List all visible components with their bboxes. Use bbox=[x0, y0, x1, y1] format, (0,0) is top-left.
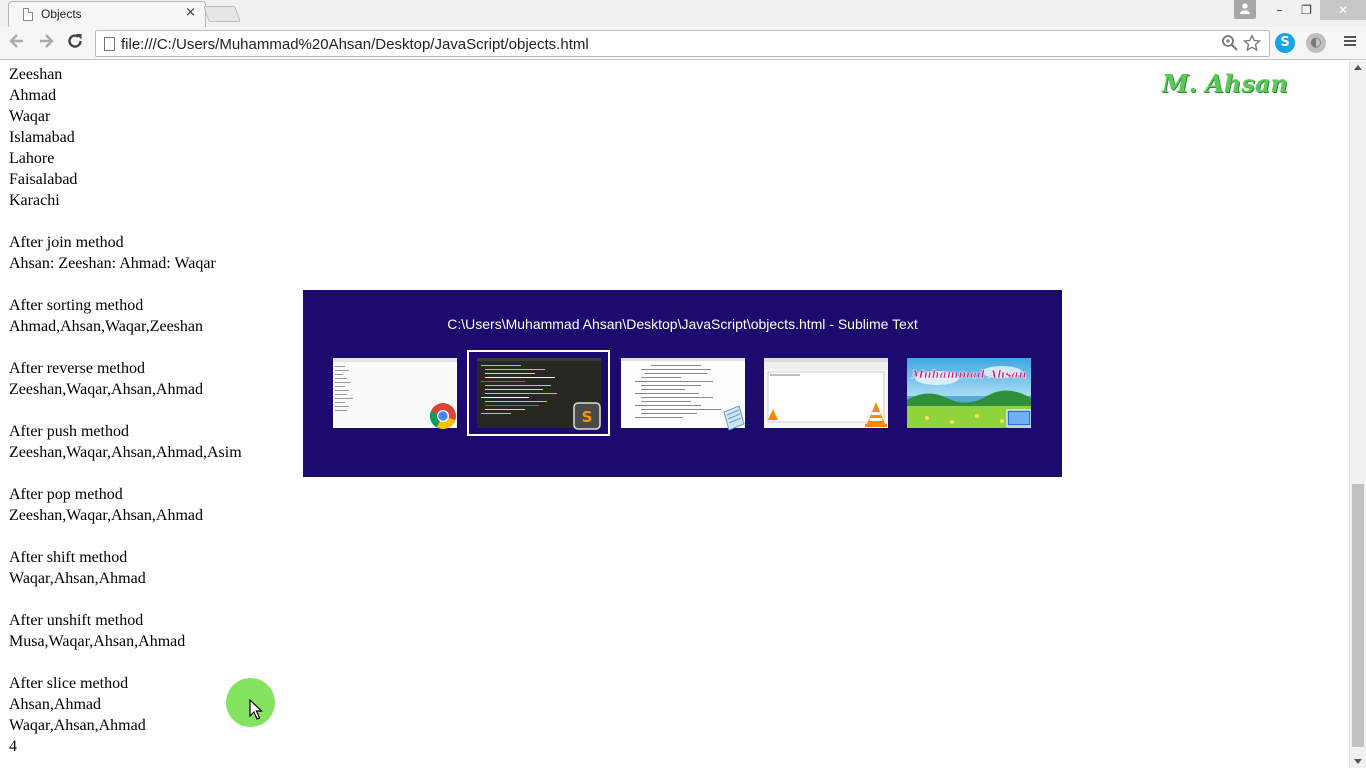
output-line: Ahmad bbox=[9, 87, 57, 104]
back-arrow-icon bbox=[9, 34, 23, 48]
page-icon bbox=[104, 37, 115, 51]
output-line: Faisalabad bbox=[9, 171, 78, 188]
output-line: Zeeshan,Waqar,Ahsan,Ahmad bbox=[9, 507, 203, 524]
output-line: After push method bbox=[9, 423, 129, 440]
switcher-window-desktop[interactable]: Muhammad Ahsan bbox=[907, 358, 1031, 428]
sublime-badge-letter: S bbox=[582, 408, 593, 426]
switcher-window-sublime[interactable]: S bbox=[477, 358, 601, 430]
output-line: Islamabad bbox=[9, 129, 75, 146]
output-line: Ahsan: Zeeshan: Ahmad: Waqar bbox=[9, 255, 216, 272]
browser-title-bar: Objects × – ❐ ✕ bbox=[0, 0, 1366, 27]
output-line: 4 bbox=[9, 738, 17, 755]
reload-icon bbox=[68, 34, 82, 48]
output-line: Musa,Waqar,Ahsan,Ahmad bbox=[9, 633, 186, 650]
address-bar[interactable]: file:///C:/Users/Muhammad%20Ahsan/Deskto… bbox=[95, 30, 1270, 57]
page-favicon-icon bbox=[23, 8, 33, 21]
forward-arrow-icon bbox=[40, 34, 54, 48]
output-line: Zeeshan,Waqar,Ahsan,Ahmad bbox=[9, 381, 203, 398]
output-lines: Zeeshan Ahmad Waqar Islamabad Lahore Faisalab… bbox=[9, 64, 242, 757]
browser-tab-objects[interactable]: Objects × bbox=[8, 1, 206, 27]
desktop-icon bbox=[1006, 409, 1031, 428]
output-line: Waqar bbox=[9, 108, 51, 125]
task-switcher: C:\Users\Muhammad Ahsan\Desktop\JavaScri… bbox=[303, 290, 1062, 477]
scrollbar-thumb[interactable] bbox=[1352, 484, 1364, 747]
restore-button[interactable]: ❐ bbox=[1293, 0, 1320, 20]
wallpaper-text: Muhammad Ahsan bbox=[910, 368, 1026, 381]
tab-close-icon[interactable]: × bbox=[185, 5, 196, 20]
switcher-window-title: C:\Users\Muhammad Ahsan\Desktop\JavaScri… bbox=[447, 316, 918, 332]
output-line: Karachi bbox=[9, 192, 60, 209]
output-line: After reverse method bbox=[9, 360, 145, 377]
output-line: After sorting method bbox=[9, 297, 144, 314]
profile-icon[interactable] bbox=[1234, 0, 1256, 19]
switcher-window-vlc[interactable] bbox=[764, 358, 888, 428]
close-window-button[interactable]: ✕ bbox=[1320, 0, 1366, 20]
output-line: After shift method bbox=[9, 549, 128, 566]
bookmark-star-icon[interactable] bbox=[1242, 33, 1262, 54]
zoom-icon[interactable] bbox=[1220, 34, 1240, 54]
switcher-window-notepad[interactable] bbox=[621, 358, 745, 431]
url-text: file:///C:/Users/Muhammad%20Ahsan/Deskto… bbox=[121, 36, 589, 53]
switcher-window-chrome[interactable] bbox=[333, 358, 457, 430]
chrome-icon bbox=[429, 403, 456, 430]
extension-icon[interactable]: ◐ bbox=[1306, 33, 1326, 53]
sublime-text-icon: S bbox=[573, 402, 601, 430]
browser-toolbar: file:///C:/Users/Muhammad%20Ahsan/Deskto… bbox=[0, 27, 1366, 60]
forward-button[interactable] bbox=[34, 31, 58, 55]
output-line: Zeeshan bbox=[9, 66, 63, 83]
output-line: Waqar,Ahsan,Ahmad bbox=[9, 717, 146, 734]
output-line: After unshift method bbox=[9, 612, 144, 629]
reload-button[interactable] bbox=[63, 31, 87, 55]
output-line: Zeeshan,Waqar,Ahsan,Ahmad,Asim bbox=[9, 444, 242, 461]
output-line: Ahmad,Ahsan,Waqar,Zeeshan bbox=[9, 318, 203, 335]
minimize-button[interactable]: – bbox=[1266, 0, 1293, 20]
notepad-icon bbox=[723, 405, 745, 431]
output-line: After slice method bbox=[9, 675, 129, 692]
new-tab-button[interactable] bbox=[203, 6, 241, 22]
mouse-cursor-icon bbox=[249, 699, 263, 720]
back-button[interactable] bbox=[5, 31, 29, 55]
window-controls: – ❐ ✕ bbox=[1234, 0, 1366, 20]
author-watermark: M. Ahsan bbox=[1162, 69, 1288, 98]
tab-title: Objects bbox=[41, 7, 82, 21]
scroll-down-arrow-icon[interactable] bbox=[1354, 759, 1362, 764]
output-line: After pop method bbox=[9, 486, 123, 503]
vertical-scrollbar[interactable] bbox=[1349, 61, 1366, 768]
skype-extension-icon[interactable]: S bbox=[1275, 33, 1295, 53]
output-line: After join method bbox=[9, 234, 124, 251]
output-line: Waqar,Ahsan,Ahmad bbox=[9, 570, 146, 587]
chrome-menu-icon[interactable] bbox=[1340, 33, 1360, 53]
vlc-small-icon bbox=[768, 409, 778, 420]
vlc-icon bbox=[865, 402, 887, 427]
output-line: Ahsan,Ahmad bbox=[9, 696, 101, 713]
scroll-up-arrow-icon[interactable] bbox=[1354, 65, 1362, 70]
output-line: Lahore bbox=[9, 150, 55, 167]
